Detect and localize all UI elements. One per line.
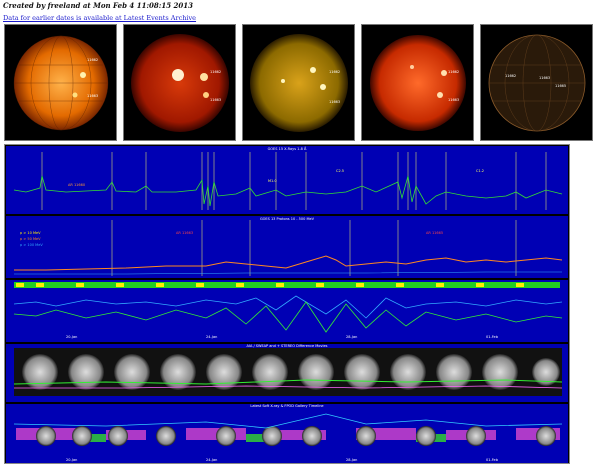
euv-thumbnails [13,348,563,396]
sun-image-5[interactable]: 11662 11663 11665 [480,24,593,141]
euv-movie-strip[interactable]: AIA / SWEAP and + STEREO Difference Movi… [6,344,568,402]
proton-flux-line [14,255,563,271]
solar-wind-line [13,301,563,333]
region-label: 11662 [505,74,516,78]
region-label: 11662 [210,70,221,74]
date-tick: 28-Jan [346,458,357,462]
region-label: 11662 [448,70,459,74]
gallery-thumbnails: 20-Jan 24-Jan 28-Jan 01-Feb [13,413,563,462]
sun-disk-4: 11662 11663 [370,35,466,131]
solar-wind-plot: 20-Jan 24-Jan 28-Jan 01-Feb [13,282,563,339]
event-markers [41,152,547,210]
xray-gallery-strip[interactable]: Latest Soft X-ray & FPOD Gallery Timelin… [6,404,568,463]
goes-xray-strip[interactable]: GOES 15 X-Rays 1-8 Å AR 11660 M1.0 C2.5 … [6,146,568,214]
date-tick: 28-Jan [346,335,357,339]
proton-strip[interactable]: GOES 13 Protons 10 - 500 MeV p > 10 MeV … [6,216,568,278]
proton-legend-item: p > 10 MeV [20,231,41,235]
region-label: 11663 [539,76,550,80]
goes-flux-line [13,175,563,207]
proton-legend-item: p > 100 MeV [20,243,43,247]
event-label: AR 11663 [176,231,193,235]
sun-image-1[interactable]: 11662 11663 [4,24,117,141]
kp-index-bars [14,282,560,288]
timeline-composite: GOES 15 X-Rays 1-8 Å AR 11660 M1.0 C2.5 … [4,144,570,464]
goes-plot: AR 11660 M1.0 C2.5 C1.2 [13,152,563,210]
sun-disk-5: 11662 11663 11665 [488,34,586,132]
region-label: 11665 [555,84,566,88]
proton-legend-item: p > 50 MeV [20,237,41,241]
date-tick: 01-Feb [486,458,499,462]
archive-link[interactable]: Data for earlier dates is available at L… [3,14,196,22]
sun-image-3[interactable]: 11662 11663 [242,24,355,141]
date-tick: 20-Jan [66,335,77,339]
region-label: 11663 [210,98,221,102]
sun-disk-3: 11662 11663 [250,34,348,132]
event-label: M1.0 [268,179,277,183]
event-label: C1.2 [476,169,484,173]
sun-image-row: 11662 11663 11662 11663 11662 11663 1166… [4,24,600,142]
event-label: AR 11660 [68,183,85,187]
event-label: AR 11665 [426,231,443,235]
region-label: 11663 [329,100,340,104]
sun-image-2[interactable]: 11662 11663 [123,24,236,141]
sun-disk-2: 11662 11663 [131,34,229,132]
sun-disk-1: 11662 11663 [13,35,109,131]
date-tick: 24-Jan [206,458,217,462]
region-label: 11662 [329,70,340,74]
solar-wind-strip[interactable]: 20-Jan 24-Jan 28-Jan 01-Feb [6,280,568,342]
solar-wind-line-2 [13,295,563,319]
sun-image-4[interactable]: 11662 11663 [361,24,474,141]
event-label: C2.5 [336,169,344,173]
date-tick: 20-Jan [66,458,77,462]
proton-plot: p > 10 MeV p > 50 MeV p > 100 MeV AR 116… [14,220,563,276]
date-tick: 24-Jan [206,335,217,339]
region-label: 11662 [87,58,98,62]
euv-frames [14,348,562,396]
page-title: Created by freeland at Mon Feb 4 11:08:1… [3,1,194,10]
region-label: 11663 [448,98,459,102]
region-label: 11663 [87,94,98,98]
date-tick: 01-Feb [486,335,499,339]
